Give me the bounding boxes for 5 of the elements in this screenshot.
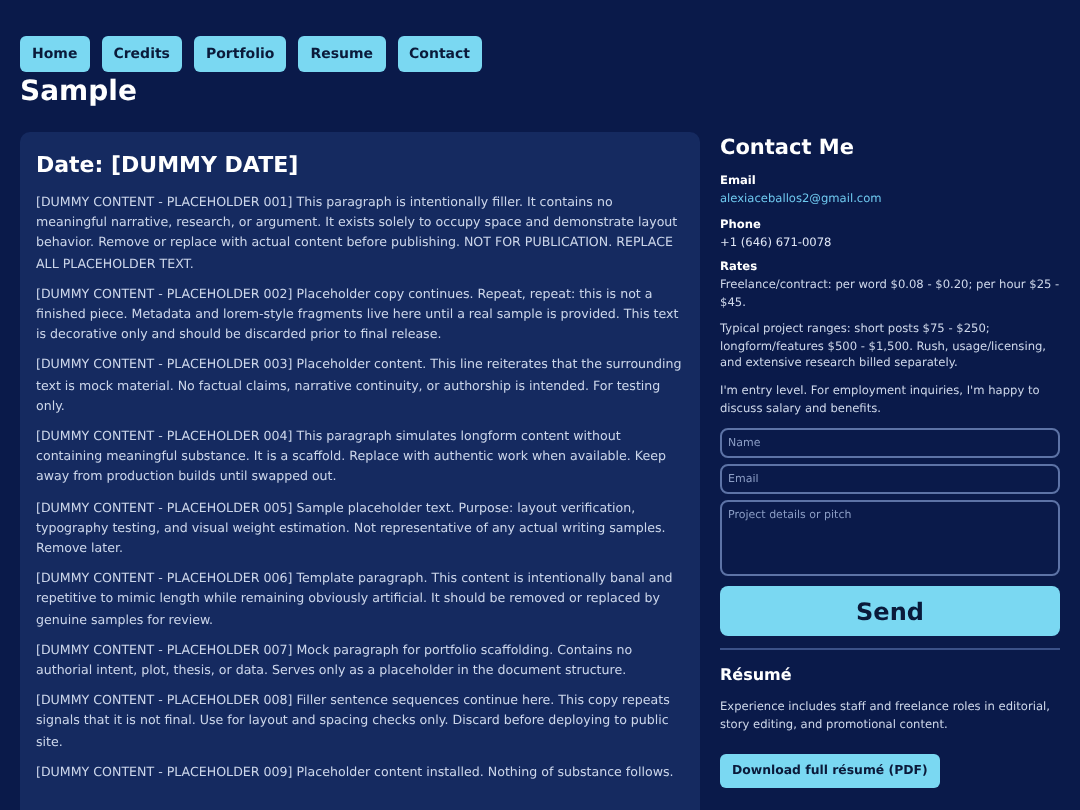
- contact-heading: Contact Me: [720, 136, 856, 160]
- send-button[interactable]: Send: [720, 586, 1060, 637]
- article-date: Date: [DUMMY DATE]: [36, 152, 301, 178]
- page-title: Sample: [20, 76, 139, 108]
- resume-heading: Résumé: [720, 666, 794, 685]
